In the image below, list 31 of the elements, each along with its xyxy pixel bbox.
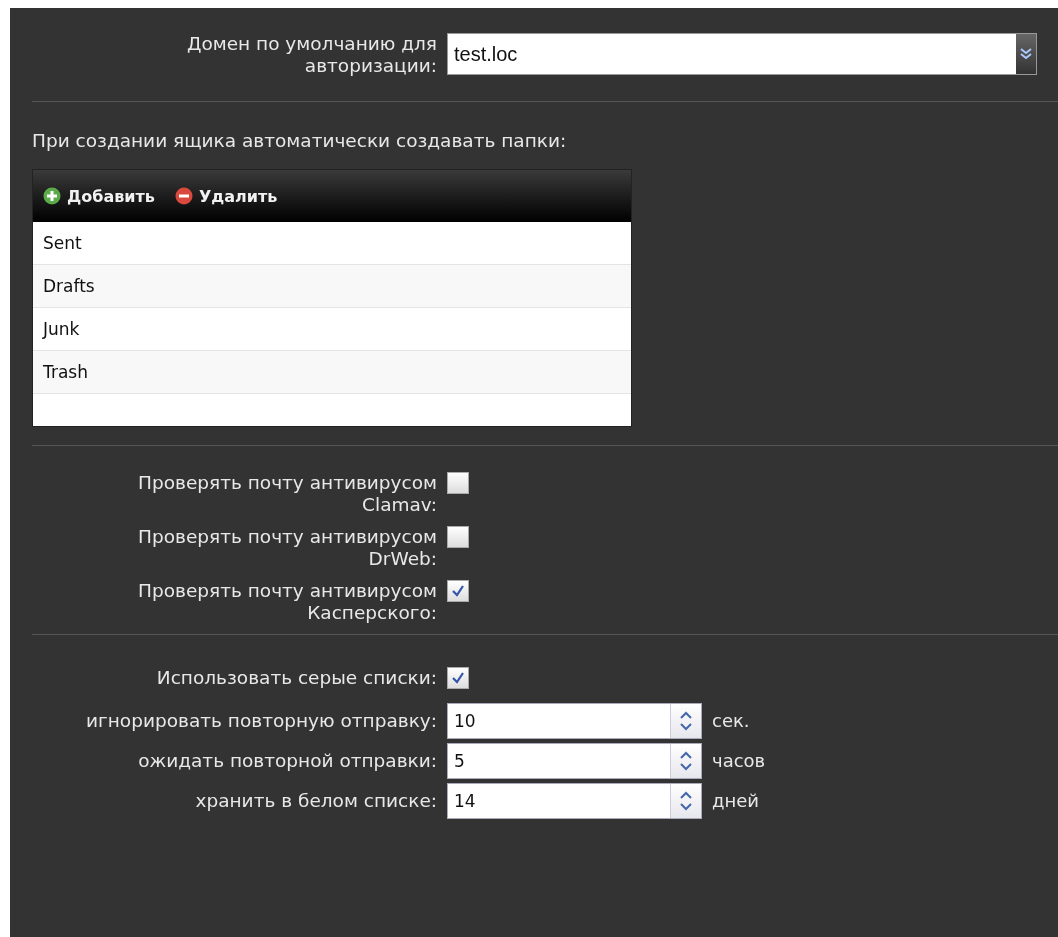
checkbox[interactable] [447,580,469,602]
check-icon [451,671,465,685]
spinner-arrows-icon[interactable] [670,704,701,738]
spinner-arrows-icon[interactable] [670,744,701,778]
folder-row[interactable]: Trash [33,351,631,394]
unit-label: часов [712,749,766,773]
delete-button[interactable]: Удалить [174,186,278,206]
checkbox[interactable] [447,526,469,548]
unit-label: сек. [712,709,750,733]
field-label: игнорировать повторную отправку: [85,710,437,732]
add-button[interactable]: Добавить [43,186,155,206]
field-label: Домен по умолчанию для авторизации: [186,33,437,77]
checkbox-label: Проверять почту антивирусом DrWeb: [137,526,437,570]
folder-row[interactable]: Drafts [33,265,631,308]
number-field[interactable]: 10 [447,703,702,739]
number-field[interactable]: 5 [447,743,702,779]
plus-icon [43,187,61,205]
field-label: хранить в белом списке: [194,790,437,812]
checkbox-label: Проверять почту антивирусом Касперского: [137,580,437,624]
checkbox[interactable] [447,667,469,689]
checkbox-label: Использовать серые списки: [155,667,437,689]
minus-icon [174,187,193,205]
check-icon [451,584,465,598]
checkbox[interactable] [447,472,469,494]
unit-label: дней [712,789,759,813]
domain-select[interactable]: test.loc [447,33,1037,75]
number-field[interactable]: 14 [447,783,702,819]
section-heading: При создании ящика автоматически создавать папки: [32,130,568,151]
checkbox-label: Проверять почту антивирусом Clamav: [137,472,437,516]
field-label: ожидать повторной отправки: [137,750,437,772]
spinner-arrows-icon[interactable] [670,784,701,818]
